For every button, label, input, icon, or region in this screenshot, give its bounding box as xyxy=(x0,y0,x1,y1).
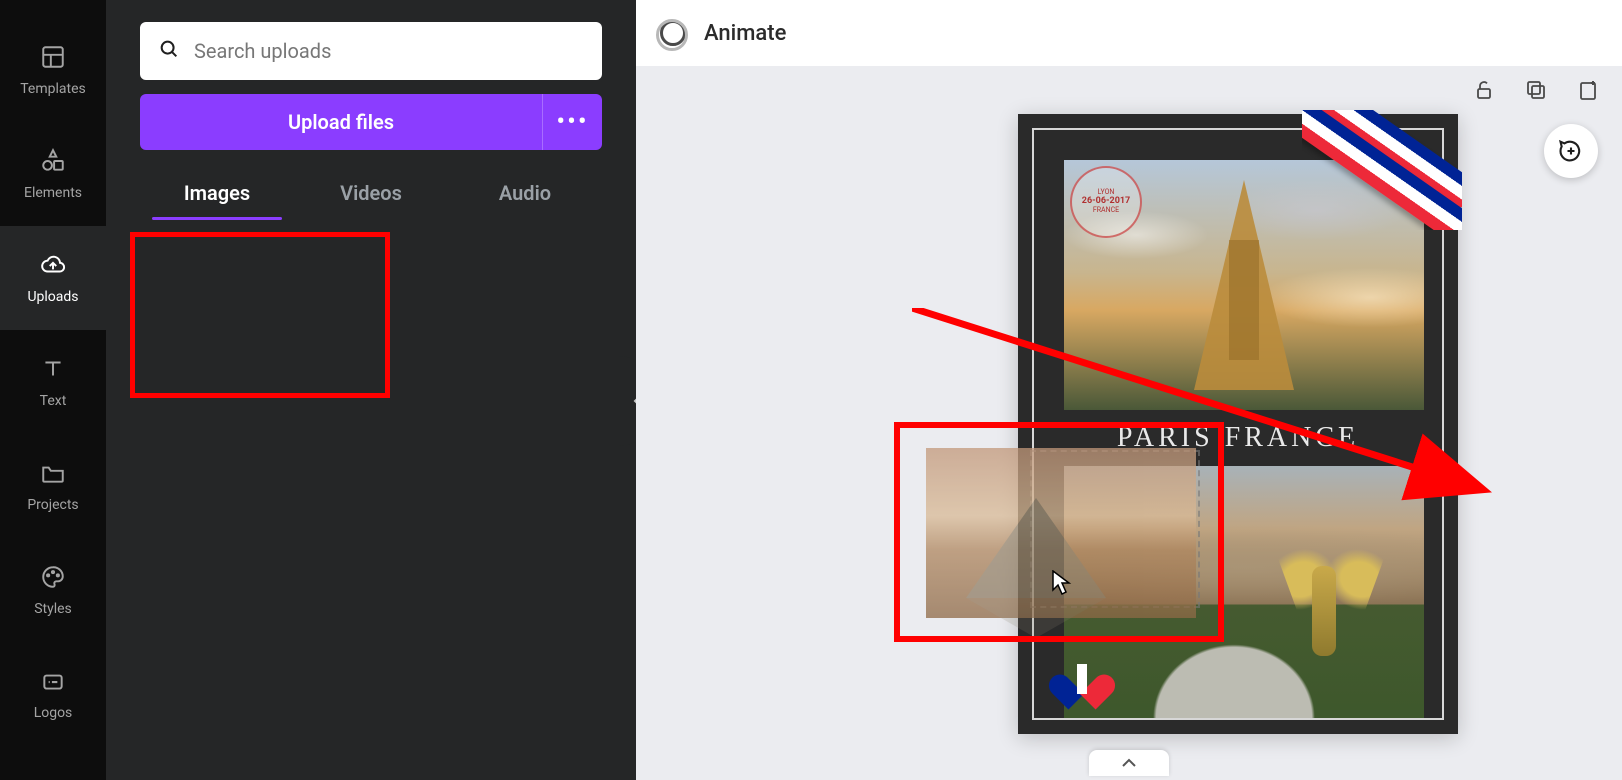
nav-label: Logos xyxy=(34,705,73,721)
duplicate-page-button[interactable] xyxy=(1522,76,1550,104)
elements-icon xyxy=(39,147,67,175)
projects-icon xyxy=(39,459,67,487)
search-input[interactable] xyxy=(194,39,584,63)
canvas-toolbar: Animate xyxy=(636,0,1622,66)
nav-item-text[interactable]: Text xyxy=(0,330,106,434)
templates-icon xyxy=(39,43,67,71)
lock-page-button[interactable] xyxy=(1470,76,1498,104)
nav-item-templates[interactable]: Templates xyxy=(0,18,106,122)
search-wrap xyxy=(140,22,602,80)
nav-label: Uploads xyxy=(27,289,78,305)
flag-heart-graphic xyxy=(1062,660,1102,696)
annotation-target-box xyxy=(894,422,1224,642)
passport-stamp-graphic: LYON 26-06-2017 FRANCE xyxy=(1070,166,1142,238)
nav-item-projects[interactable]: Projects xyxy=(0,434,106,538)
nav-label: Text xyxy=(40,393,67,409)
uploads-icon xyxy=(39,251,67,279)
nav-item-logos[interactable]: Logos xyxy=(0,642,106,746)
annotation-source-box xyxy=(130,232,390,398)
upload-row: Upload files ••• xyxy=(140,94,602,150)
logos-icon xyxy=(39,667,67,695)
canvas-area: Animate LYON 26-06-2017 FRANCE xyxy=(636,0,1622,780)
search-icon xyxy=(158,38,180,64)
nav-label: Projects xyxy=(27,497,78,513)
text-icon xyxy=(39,355,67,383)
upload-files-button[interactable]: Upload files xyxy=(140,94,542,150)
photo-slot-top[interactable]: LYON 26-06-2017 FRANCE xyxy=(1064,160,1424,410)
tab-videos[interactable]: Videos xyxy=(294,168,448,218)
nav-label: Elements xyxy=(24,185,82,201)
tab-images[interactable]: Images xyxy=(140,168,294,218)
nav-rail: Templates Elements Uploads Text Projects… xyxy=(0,0,106,780)
uploads-panel: Upload files ••• Images Videos Audio xyxy=(106,0,636,780)
page-tools xyxy=(1470,76,1602,104)
animate-button[interactable]: Animate xyxy=(704,21,786,46)
add-comment-button[interactable] xyxy=(1544,124,1598,178)
nav-item-uploads[interactable]: Uploads xyxy=(0,226,106,330)
add-page-button[interactable] xyxy=(1574,76,1602,104)
tab-audio[interactable]: Audio xyxy=(448,168,602,218)
expand-pages-button[interactable] xyxy=(1089,750,1169,776)
cursor-icon xyxy=(1052,570,1074,600)
nav-label: Templates xyxy=(20,81,86,97)
stamp-bottom: FRANCE xyxy=(1093,207,1119,215)
styles-icon xyxy=(39,563,67,591)
upload-tabs: Images Videos Audio xyxy=(140,168,602,218)
nav-item-elements[interactable]: Elements xyxy=(0,122,106,226)
eiffel-tower-graphic xyxy=(1194,180,1294,390)
nav-item-styles[interactable]: Styles xyxy=(0,538,106,642)
upload-more-button[interactable]: ••• xyxy=(542,94,602,150)
nav-label: Styles xyxy=(34,601,72,617)
animate-icon xyxy=(660,20,686,46)
